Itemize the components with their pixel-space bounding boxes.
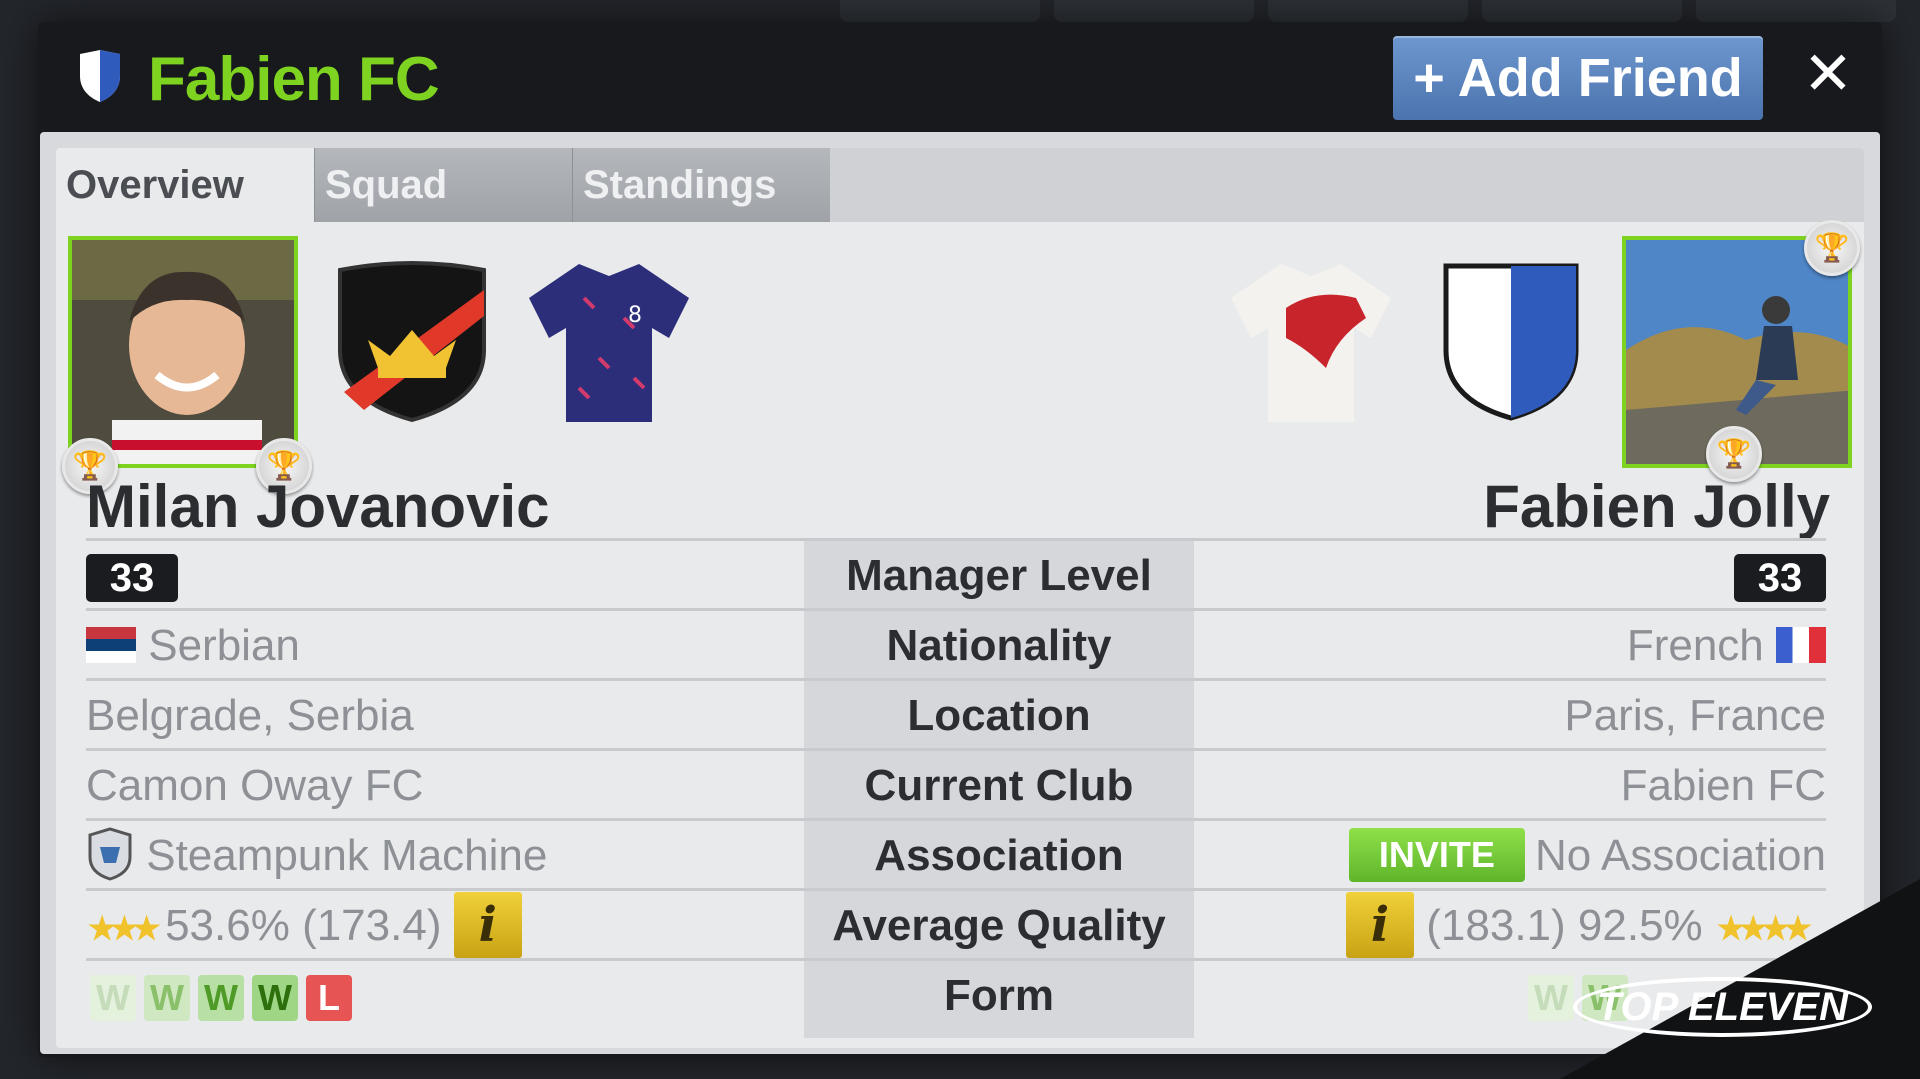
right-nationality: French: [1626, 621, 1764, 670]
trophy-medal-icon: 🏆: [1804, 220, 1860, 276]
left-location: Belgrade, Serbia: [86, 691, 414, 740]
invite-button[interactable]: INVITE: [1348, 828, 1525, 883]
form-result: L: [306, 975, 352, 1022]
row-label: Form: [944, 971, 1054, 1020]
right-level-badge: 33: [1734, 554, 1826, 603]
row-label: Nationality: [886, 621, 1112, 670]
association-crest-icon: [88, 827, 132, 881]
tab-squad[interactable]: Squad: [314, 148, 572, 222]
row-label: Current Club: [864, 761, 1134, 810]
top-eleven-logo: TOP ELEVEN: [1572, 977, 1872, 1037]
right-club[interactable]: Fabien FC: [1621, 751, 1826, 821]
table-row-location: Belgrade, Serbia Location Paris, France: [86, 678, 1826, 748]
title-bar: Fabien FC + Add Friend ✕: [38, 22, 1882, 132]
add-friend-button[interactable]: + Add Friend: [1393, 36, 1763, 120]
form-result: W: [252, 975, 298, 1022]
left-info-icon[interactable]: i: [453, 892, 522, 959]
top-eleven-watermark: TOP ELEVEN: [1560, 879, 1920, 1079]
right-quality-value: (183.1): [1426, 901, 1566, 950]
left-level-badge: 33: [86, 554, 178, 603]
right-info-icon[interactable]: i: [1346, 892, 1415, 959]
manager-portrait-icon: [72, 240, 294, 464]
svg-text:8: 8: [628, 303, 642, 328]
right-kit-icon: [1231, 264, 1391, 422]
left-quality-value: (173.4): [302, 901, 442, 950]
left-club[interactable]: Camon Oway FC: [86, 751, 423, 821]
france-flag-icon: [1776, 627, 1826, 664]
left-club-badge-icon: [338, 261, 486, 423]
row-label: Association: [874, 831, 1124, 880]
page-title: Fabien FC: [148, 45, 440, 114]
club-shield-icon: [80, 50, 120, 102]
background-tabs: [840, 0, 1896, 22]
left-manager-name: Milan Jovanovic: [86, 473, 550, 540]
right-club-badge-icon: [1443, 263, 1579, 421]
form-result: W: [198, 975, 244, 1022]
table-row-club: Camon Oway FC Current Club Fabien FC: [86, 748, 1826, 818]
table-row-association: Steampunk Machine Association INVITE No A…: [86, 818, 1826, 888]
right-manager-name: Fabien Jolly: [1483, 473, 1830, 540]
table-row-nationality: Serbian Nationality French: [86, 608, 1826, 678]
serbia-flag-icon: [86, 627, 136, 664]
table-row-level: 33 Manager Level 33: [86, 538, 1826, 608]
close-button[interactable]: ✕: [1798, 44, 1858, 104]
tab-bar: Overview Squad Standings: [56, 148, 1864, 222]
left-star-rating: ★★★: [86, 907, 163, 949]
row-label: Location: [907, 691, 1091, 740]
row-label: Manager Level: [846, 551, 1152, 600]
left-quality-pct: 53.6%: [165, 901, 290, 950]
left-kit-icon: 8: [529, 264, 689, 422]
right-association: No Association: [1534, 831, 1826, 880]
left-association[interactable]: Steampunk Machine: [146, 831, 547, 880]
left-manager-avatar[interactable]: [68, 236, 298, 468]
left-nationality: Serbian: [148, 621, 300, 670]
form-result: W: [144, 975, 190, 1022]
right-location: Paris, France: [1564, 691, 1826, 740]
tab-overview[interactable]: Overview: [56, 148, 314, 222]
form-result: W: [90, 975, 136, 1022]
row-label: Average Quality: [832, 901, 1166, 950]
tab-standings[interactable]: Standings: [572, 148, 830, 222]
